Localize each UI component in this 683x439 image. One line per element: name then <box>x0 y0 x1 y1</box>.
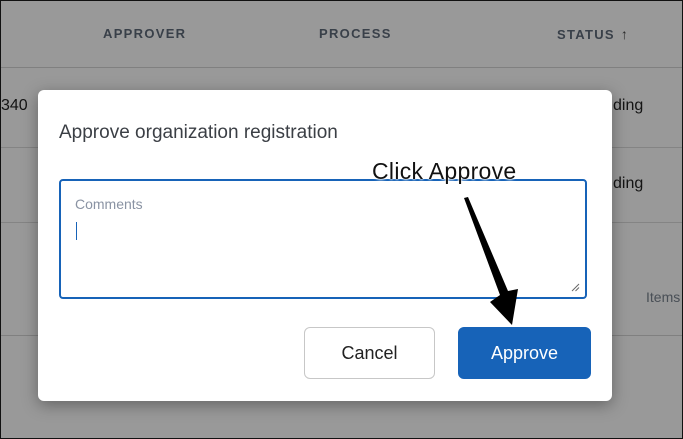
annotation-label: Click Approve <box>372 158 517 184</box>
cancel-button[interactable]: Cancel <box>304 327 435 379</box>
comments-field[interactable]: Comments <box>59 179 587 299</box>
dialog-title: Approve organization registration <box>59 122 338 143</box>
comments-label: Comments <box>75 196 143 212</box>
resize-handle-icon[interactable] <box>570 282 580 292</box>
approve-button[interactable]: Approve <box>458 327 591 379</box>
text-cursor <box>76 222 77 240</box>
app-frame: APPROVER PROCESS STATUS ↑ 340 ding ding I… <box>0 0 683 439</box>
approve-dialog: Approve organization registration Commen… <box>38 90 612 401</box>
